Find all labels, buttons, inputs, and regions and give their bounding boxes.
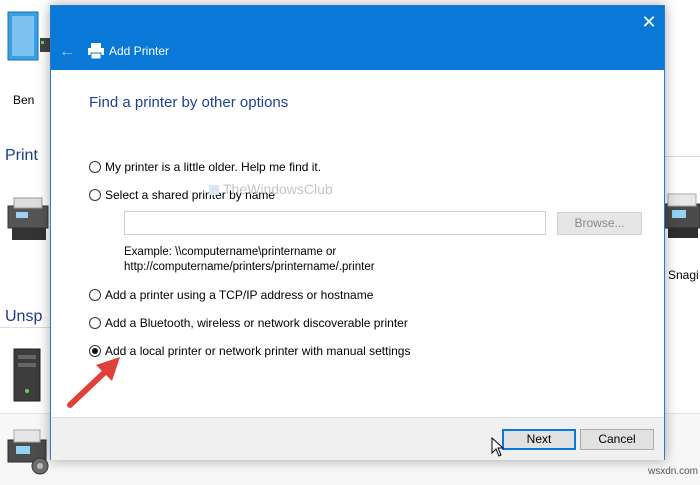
example-text: Example: \\computername\printername or h… <box>124 245 375 275</box>
cancel-button[interactable]: Cancel <box>580 429 654 450</box>
option-bluetooth-wireless-network[interactable]: Add a Bluetooth, wireless or network dis… <box>89 315 408 331</box>
computer-icon[interactable] <box>6 8 50 88</box>
device-label-ben: Ben <box>13 93 35 107</box>
site-watermark: wsxdn.com <box>648 466 699 477</box>
printer-icon <box>88 43 104 60</box>
back-arrow-icon[interactable]: ← <box>57 42 77 62</box>
browse-button[interactable]: Browse... <box>557 212 642 235</box>
printers-section-label: Print <box>5 147 38 164</box>
dialog-title: Add Printer <box>109 44 170 58</box>
next-button[interactable]: Next <box>502 429 576 450</box>
device-label-snagit: Snagi <box>668 268 699 282</box>
printer-device-icon[interactable] <box>4 196 50 246</box>
fax-device-icon[interactable] <box>4 428 52 478</box>
section-divider <box>665 156 700 157</box>
option-older-printer[interactable]: My printer is a little older. Help me fi… <box>89 159 321 175</box>
radio-button[interactable] <box>89 289 101 301</box>
unspecified-section-label: Unsp <box>5 308 43 325</box>
mouse-pointer-icon <box>491 437 505 457</box>
watermark-text: TheWindowsClub <box>223 181 333 197</box>
snagit-printer-icon[interactable] <box>660 190 700 250</box>
option-label: Add a local printer or network printer w… <box>105 344 411 358</box>
option-tcpip-hostname[interactable]: Add a printer using a TCP/IP address or … <box>89 287 373 303</box>
example-line: http://computername/printers/printername… <box>124 261 375 273</box>
example-line: Example: \\computername\printername or <box>124 246 337 258</box>
page-heading: Find a printer by other options <box>89 94 289 111</box>
server-device-icon[interactable] <box>12 347 44 405</box>
option-local-manual-settings[interactable]: Add a local printer or network printer w… <box>89 343 410 359</box>
dialog-footer: Next Cancel <box>51 417 664 460</box>
shared-printer-name-input[interactable] <box>124 211 546 235</box>
close-icon[interactable]: ✕ <box>639 12 659 32</box>
annotation-arrow-icon <box>67 357 120 408</box>
add-printer-dialog: ← Add Printer ✕ Find a printer by other … <box>50 5 665 460</box>
site-watermark-overlay: TheWindowsClub <box>209 181 333 197</box>
option-label: Add a Bluetooth, wireless or network dis… <box>105 316 408 330</box>
radio-button[interactable] <box>89 161 101 173</box>
section-divider <box>0 327 50 328</box>
radio-button[interactable] <box>89 317 101 329</box>
option-label: My printer is a little older. Help me fi… <box>105 160 322 174</box>
option-label: Add a printer using a TCP/IP address or … <box>105 288 374 302</box>
windows-club-logo-icon <box>209 185 219 196</box>
radio-button[interactable] <box>89 189 101 201</box>
dialog-titlebar: ← Add Printer ✕ <box>51 6 664 70</box>
